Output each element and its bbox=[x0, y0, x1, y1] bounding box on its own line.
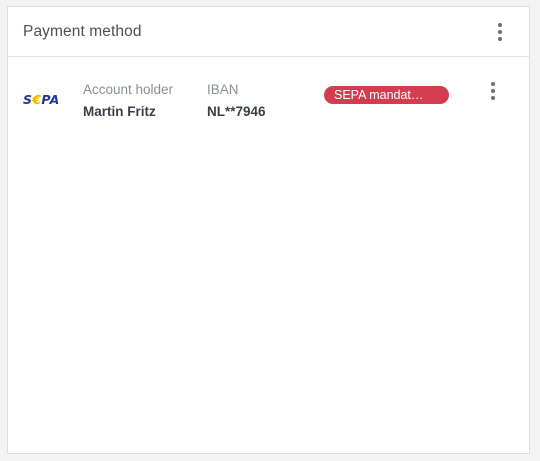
kebab-menu-icon bbox=[498, 22, 502, 27]
iban-label: IBAN bbox=[207, 82, 239, 97]
account-holder-value: Martin Fritz bbox=[83, 104, 156, 119]
payment-method-row: S€PA Account holder Martin Fritz IBAN NL… bbox=[8, 57, 529, 143]
sepa-mandate-badge[interactable]: SEPA mandat… bbox=[324, 86, 449, 104]
sepa-logo-s: S bbox=[23, 92, 33, 107]
payment-method-card: Payment method S€PA Account holder Marti… bbox=[7, 6, 530, 454]
kebab-menu-icon bbox=[498, 29, 502, 34]
sepa-logo-euro: € bbox=[32, 92, 42, 107]
kebab-menu-icon bbox=[498, 36, 502, 41]
iban-field: IBAN NL**7946 bbox=[207, 81, 266, 121]
row-menu-button[interactable] bbox=[486, 80, 500, 102]
kebab-menu-icon bbox=[491, 89, 495, 93]
account-holder-label: Account holder bbox=[83, 82, 174, 97]
sepa-logo: S€PA bbox=[23, 92, 60, 107]
sepa-logo-pa: PA bbox=[41, 92, 60, 107]
account-holder-field: Account holder Martin Fritz bbox=[83, 81, 173, 121]
card-header: Payment method bbox=[8, 7, 529, 57]
kebab-menu-icon bbox=[491, 96, 495, 100]
kebab-menu-icon bbox=[491, 82, 495, 86]
card-title: Payment method bbox=[23, 22, 142, 40]
iban-value: NL**7946 bbox=[207, 104, 266, 119]
card-menu-button[interactable] bbox=[493, 21, 507, 43]
